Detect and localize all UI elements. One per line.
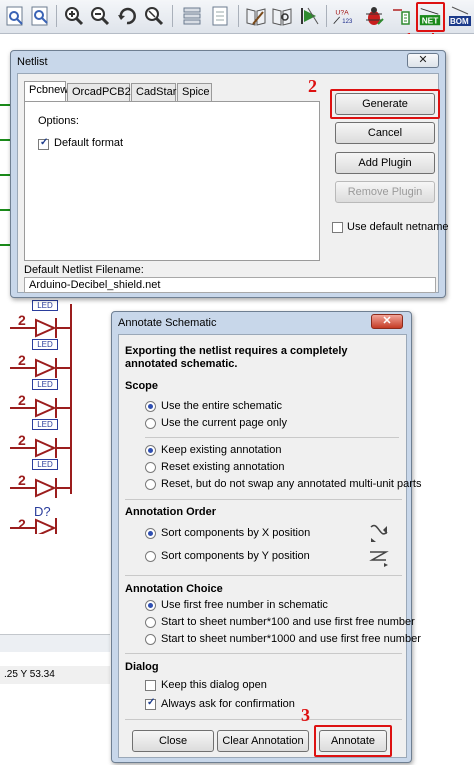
zoom-fit-icon[interactable] — [3, 4, 27, 28]
scope-heading: Scope — [125, 380, 159, 392]
annotate-message: Exporting the netlist requires a complet… — [125, 345, 348, 370]
library-browser-icon[interactable] — [270, 4, 294, 28]
reset-no-swap-label: Reset, but do not swap any annotated mul… — [161, 478, 422, 490]
netlist-close-button[interactable]: ✕ — [407, 53, 439, 68]
bom-icon[interactable]: BOM — [448, 4, 472, 28]
zoom-in-icon[interactable] — [62, 4, 86, 28]
add-component-icon[interactable] — [298, 4, 322, 28]
svg-text:123: 123 — [342, 19, 353, 25]
coordinate-readout: .25 Y 53.34 — [0, 666, 110, 684]
clear-annotation-button[interactable]: Clear Annotation — [217, 730, 309, 752]
sort-x-icon — [370, 524, 388, 542]
netlist-tabs: Pcbnew OrcadPCB2 CadStar Spice — [24, 81, 320, 103]
sort-y-icon — [369, 551, 389, 567]
close-button[interactable]: Close — [132, 730, 214, 752]
reset-no-swap-radio[interactable] — [145, 479, 156, 490]
annotate-highlight — [314, 725, 392, 757]
led-symbols — [10, 318, 70, 534]
tab-cadstar[interactable]: CadStar — [131, 83, 176, 101]
order-heading: Annotation Order — [125, 506, 217, 518]
default-format-label: Default format — [54, 137, 124, 149]
keep-existing-radio[interactable] — [145, 445, 156, 456]
sheet-100-label: Start to sheet number*100 and use first … — [161, 616, 415, 628]
netlist-highlight — [416, 2, 445, 32]
filename-label: Default Netlist Filename: — [24, 264, 144, 276]
netlist-title: Netlist — [17, 56, 48, 68]
netlist-body: Pcbnew OrcadPCB2 CadStar Spice Options: … — [17, 73, 449, 293]
svg-text:U?A: U?A — [335, 9, 349, 16]
keep-open-label: Keep this dialog open — [161, 679, 267, 691]
hierarchy-navigator-icon[interactable] — [180, 4, 204, 28]
remove-plugin-button[interactable]: Remove Plugin — [335, 181, 435, 203]
annotate-title: Annotate Schematic — [118, 317, 217, 329]
sheet-1000-label: Start to sheet number*1000 and use first… — [161, 633, 421, 645]
add-plugin-button[interactable]: Add Plugin — [335, 152, 435, 174]
annotate-dialog: Annotate Schematic ✕ Exporting the netli… — [111, 311, 422, 763]
always-ask-checkbox[interactable] — [145, 697, 156, 710]
use-default-netname-label: Use default netname — [347, 221, 449, 233]
keep-open-checkbox[interactable] — [145, 680, 156, 691]
always-ask-label: Always ask for confirmation — [161, 698, 295, 710]
sheet-100-radio[interactable] — [145, 617, 156, 628]
filename-field[interactable]: Arduino-Decibel_shield.net — [24, 277, 436, 293]
led-designator: D? — [34, 504, 51, 519]
generate-highlight — [330, 89, 440, 119]
netlist-dialog: Netlist ✕ Pcbnew OrcadPCB2 CadStar Spice… — [10, 50, 449, 298]
annotate-icon[interactable]: U?A 123 — [332, 4, 360, 28]
horizontal-scrollbar[interactable] — [0, 634, 110, 652]
sort-y-radio[interactable] — [145, 551, 156, 562]
annotate-body: Exporting the netlist requires a complet… — [118, 334, 422, 758]
first-free-radio[interactable] — [145, 600, 156, 611]
cvpcb-icon[interactable] — [390, 4, 414, 28]
scope-current-label: Use the current page only — [161, 417, 287, 429]
dialog-heading: Dialog — [125, 661, 159, 673]
choice-heading: Annotation Choice — [125, 583, 223, 595]
step-marker-3: 3 — [301, 705, 310, 725]
scope-entire-radio[interactable] — [145, 401, 156, 412]
sort-x-radio[interactable] — [145, 528, 156, 539]
sort-y-label: Sort components by Y position — [161, 550, 310, 562]
tab-pcbnew[interactable]: Pcbnew — [24, 81, 68, 101]
options-label: Options: — [38, 115, 79, 127]
tab-orcadpcb2[interactable]: OrcadPCB2 — [67, 83, 131, 101]
use-default-netname-checkbox[interactable] — [332, 222, 343, 233]
keep-existing-label: Keep existing annotation — [161, 444, 282, 456]
sheet-1000-radio[interactable] — [145, 634, 156, 645]
led-label: LED — [32, 300, 58, 311]
reset-existing-label: Reset existing annotation — [161, 461, 285, 473]
scope-current-radio[interactable] — [145, 418, 156, 429]
erc-icon[interactable] — [362, 4, 386, 28]
tab-spice[interactable]: Spice — [177, 83, 212, 101]
cancel-button[interactable]: Cancel — [335, 122, 435, 144]
leave-sheet-icon[interactable] — [208, 4, 232, 28]
toolbar: U?A 123 NET BOM — [0, 0, 474, 34]
step-marker-2: 2 — [308, 76, 317, 96]
zoom-out-icon[interactable] — [88, 4, 112, 28]
zoom-auto-icon[interactable] — [142, 4, 166, 28]
redraw-icon[interactable] — [115, 4, 139, 28]
annotate-close-icon[interactable]: ✕ — [371, 314, 403, 329]
reset-existing-radio[interactable] — [145, 462, 156, 473]
tab-panel: Options: Default format — [24, 101, 320, 261]
scope-entire-label: Use the entire schematic — [161, 400, 283, 412]
default-format-checkbox[interactable] — [38, 137, 49, 150]
library-editor-icon[interactable] — [244, 4, 268, 28]
svg-text:BOM: BOM — [450, 17, 469, 26]
zoom-redraw-icon[interactable] — [28, 4, 52, 28]
sort-x-label: Sort components by X position — [161, 527, 311, 539]
first-free-label: Use first free number in schematic — [161, 599, 328, 611]
